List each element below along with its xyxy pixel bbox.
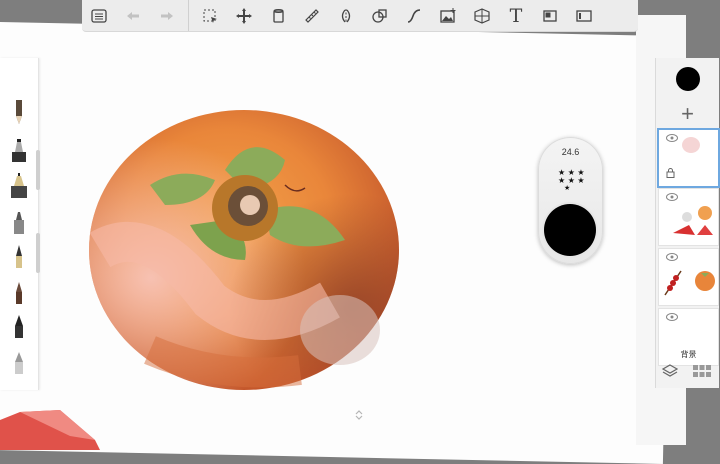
undo-icon[interactable] (116, 0, 150, 31)
layers-stack-icon[interactable] (662, 364, 679, 378)
plus-icon: + (681, 101, 694, 126)
pencil-icon[interactable] (6, 98, 32, 126)
shape-icon[interactable] (363, 0, 397, 31)
selection-icon[interactable] (193, 0, 227, 31)
toolbar-divider (188, 0, 189, 31)
visibility-eye-icon[interactable] (666, 253, 678, 261)
inking-pen-icon[interactable] (6, 172, 32, 200)
brush-puck[interactable]: 24.6 ★ ★ ★ ★ ★ ★ ★ (538, 137, 603, 264)
brush-scrollbar-top[interactable] (36, 150, 40, 190)
visibility-eye-icon[interactable] (666, 313, 678, 321)
layer-thumbnail (673, 206, 713, 235)
layer-item-2[interactable] (658, 188, 719, 246)
layer-item-1[interactable] (657, 128, 720, 188)
text-icon[interactable]: T (499, 0, 533, 31)
brush-size-value: 24.6 (561, 147, 580, 157)
layer-item-3[interactable] (658, 248, 719, 306)
eraser-icon[interactable] (6, 348, 32, 376)
grid-view-icon[interactable] (692, 365, 711, 377)
brush-preview-icon: ★ ★ ★ ★ ★ ★ ★ (556, 165, 586, 192)
fill-icon[interactable] (261, 0, 295, 31)
layer-panel-footer (655, 356, 718, 386)
transform-icon[interactable] (227, 0, 261, 31)
list-icon[interactable] (82, 0, 116, 31)
color-picker-icon[interactable] (533, 0, 567, 31)
paintbrush-icon[interactable] (6, 242, 32, 270)
top-toolbar: T (82, 0, 638, 32)
brush-scrollbar-bottom[interactable] (36, 233, 40, 273)
current-color-swatch[interactable] (544, 204, 596, 256)
layer-thumbnail (682, 137, 700, 153)
fountain-pen-icon[interactable] (6, 278, 32, 306)
layer-panel: + 背景 (655, 58, 720, 388)
airbrush-icon[interactable] (6, 208, 32, 236)
marker-icon[interactable] (6, 136, 32, 164)
redo-icon[interactable] (150, 0, 184, 31)
svg-text:★ ★ ★: ★ ★ ★ (558, 176, 585, 185)
brush-pen-icon[interactable] (6, 312, 32, 340)
image-icon[interactable] (431, 0, 465, 31)
perspective-icon[interactable] (465, 0, 499, 31)
fullscreen-icon[interactable] (567, 0, 601, 31)
visibility-eye-icon[interactable] (666, 134, 678, 142)
stroke-icon[interactable] (397, 0, 431, 31)
brush-palette (0, 58, 39, 390)
text-tool-label: T (509, 4, 523, 27)
add-layer-button[interactable]: + (656, 100, 719, 128)
ruler-icon[interactable] (295, 0, 329, 31)
lock-icon[interactable] (666, 168, 675, 178)
collapse-toolbar-icon[interactable] (354, 409, 364, 421)
color-editor-button[interactable] (676, 67, 700, 91)
artwork (0, 110, 399, 450)
svg-text:★: ★ (564, 184, 570, 191)
layer-thumbnail (664, 270, 715, 296)
symmetry-icon[interactable] (329, 0, 363, 31)
visibility-eye-icon[interactable] (666, 193, 678, 201)
